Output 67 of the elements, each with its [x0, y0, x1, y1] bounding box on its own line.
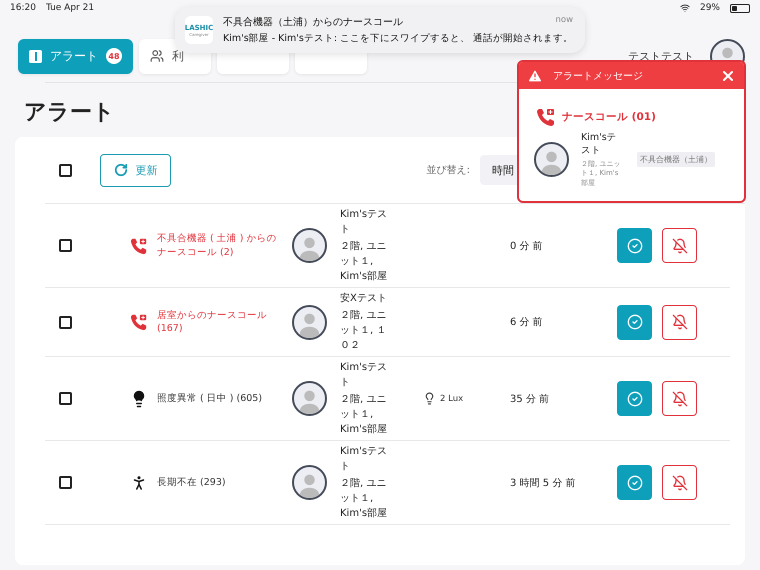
- select-all-checkbox[interactable]: [59, 164, 72, 176]
- status-time: 16:20: [10, 3, 36, 13]
- bell-off-icon: [672, 238, 688, 254]
- mute-button[interactable]: [662, 304, 697, 340]
- users-icon: [150, 49, 164, 63]
- alert-type: 居室からのナースコール (167): [157, 308, 268, 336]
- notification-time: now: [556, 15, 574, 27]
- alert-type: 不具合機器 ( 土浦 ) からのナースコール (2): [157, 232, 278, 259]
- device-tag: 不具合機器（土浦）: [637, 152, 715, 168]
- popup-title: アラートメッセージ: [553, 70, 644, 82]
- battery-level: 29%: [700, 3, 720, 13]
- warning-icon: [527, 68, 543, 84]
- phone-icon: [130, 313, 148, 331]
- mute-button[interactable]: [662, 465, 697, 500]
- avatar-icon: [292, 304, 327, 340]
- page-title: アラート: [24, 99, 115, 127]
- resident-location: ２階, ユニット１, Kim's部屋: [340, 392, 388, 437]
- resident-location: ２階, ユニット１, １０２: [340, 308, 388, 353]
- sort-label: 並び替え:: [426, 164, 470, 177]
- avatar-icon: [534, 142, 569, 178]
- alert-time: 3 時間 5 分 前: [510, 476, 576, 490]
- resident-location: ２階, ユニット１, Kim's部屋: [340, 240, 388, 284]
- battery-icon: [730, 4, 750, 12]
- resident-location: ２階, ユニット１, Kim's部屋: [340, 476, 388, 521]
- alert-time: 0 分 前: [510, 240, 544, 252]
- lightbulb-icon: [423, 392, 436, 405]
- notification-body: Kim's部屋 - Kim'sテスト: ここを下にスワイプすると、 通話が開始されます。: [223, 32, 574, 45]
- avatar-icon: [292, 465, 327, 500]
- nav-tab[interactable]: アラート 48: [18, 38, 133, 74]
- row-checkbox[interactable]: [59, 476, 72, 489]
- call-title: ナースコール (01): [562, 110, 656, 124]
- acknowledge-button[interactable]: [617, 381, 652, 416]
- resident-name: Kim'sテスト: [340, 361, 388, 390]
- acknowledge-button[interactable]: [617, 465, 652, 500]
- resident-name: 安Xテスト: [340, 292, 388, 306]
- row-checkbox[interactable]: [59, 239, 72, 252]
- bell-off-icon: [672, 474, 688, 490]
- avatar-icon: [292, 381, 327, 416]
- check-circle-icon: [626, 474, 642, 490]
- bell-off-icon: [672, 314, 688, 330]
- avatar-icon: [292, 228, 327, 263]
- row-checkbox[interactable]: [59, 316, 72, 328]
- acknowledge-button[interactable]: [617, 304, 652, 340]
- phone-icon: [536, 107, 556, 127]
- alert-type: 長期不在 (293): [157, 476, 227, 490]
- resident-name: Kim'sテスト: [340, 445, 388, 474]
- refresh-icon: [114, 163, 128, 177]
- resident-name: Kim'sテスト: [581, 131, 618, 158]
- status-date: Tue Apr 21: [46, 3, 94, 13]
- alert-icon: [29, 50, 42, 62]
- check-circle-icon: [626, 238, 642, 254]
- alert-time: 35 分 前: [510, 392, 550, 406]
- mute-button[interactable]: [662, 228, 697, 263]
- check-circle-icon: [626, 390, 642, 406]
- notification-title: 不具合機器（土浦）からのナースコール: [223, 16, 403, 29]
- acknowledge-button[interactable]: [617, 228, 652, 263]
- alert-time: 6 分 前: [510, 316, 544, 329]
- mute-button[interactable]: [662, 381, 697, 416]
- count-badge: 48: [106, 48, 122, 64]
- sensor-reading: 2 Lux: [440, 394, 464, 404]
- bell-off-icon: [672, 390, 688, 406]
- phone-icon: [130, 236, 148, 254]
- wifi-icon: [680, 3, 690, 13]
- resident-name: Kim'sテスト: [340, 208, 388, 237]
- row-checkbox[interactable]: [59, 392, 72, 405]
- alert-type: 照度異常 ( 日中 ) (605): [157, 392, 264, 406]
- check-circle-icon: [626, 314, 642, 330]
